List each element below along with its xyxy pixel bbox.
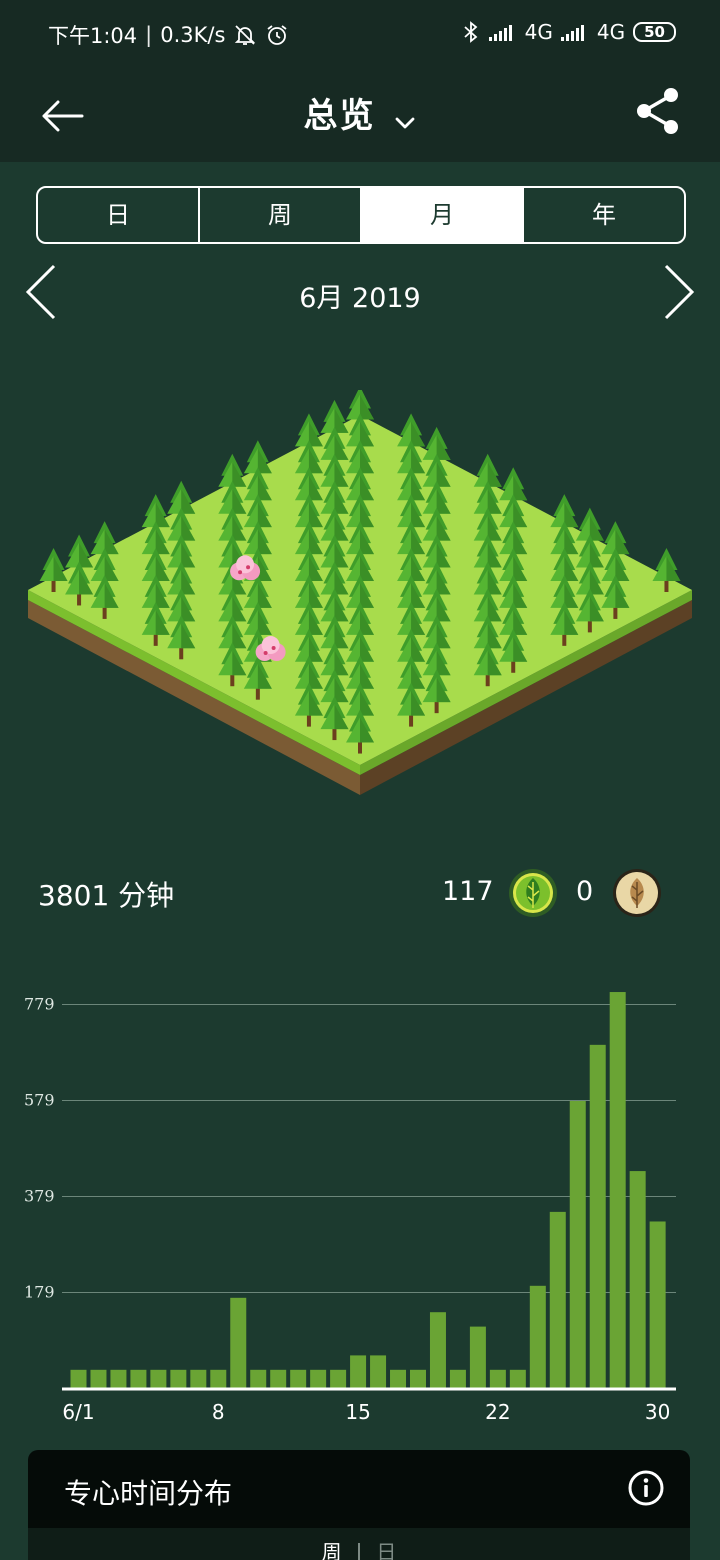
subtab-day[interactable]: 日: [366, 1536, 406, 1560]
bar-day-2: [90, 1369, 107, 1389]
y-tick-label: 579: [24, 1091, 55, 1110]
bar-day-20: [449, 1369, 466, 1389]
bar-day-21: [469, 1326, 486, 1389]
card-subtabs-bar: 周 日: [28, 1528, 690, 1560]
forest-illustration: [28, 390, 692, 795]
bar-day-5: [150, 1369, 167, 1389]
x-tick-label: 30: [645, 1400, 670, 1424]
bar-day-8: [210, 1369, 227, 1389]
bar-day-13: [310, 1369, 327, 1389]
status-left: 下午1:04 | 0.3K/s: [48, 20, 289, 50]
share-icon[interactable]: [634, 86, 682, 136]
x-tick-label: 8: [212, 1400, 225, 1424]
total-focus-time: 3801 分钟: [38, 879, 175, 912]
status-bar: 下午1:04 | 0.3K/s 4G 4G 50: [0, 0, 720, 70]
chart-x-ticks: 6/1 8 15 22 30: [62, 1400, 670, 1424]
x-tick-label: 22: [485, 1400, 510, 1424]
dead-tree-badge-icon: [613, 869, 661, 917]
signal-icon: [488, 25, 512, 41]
status-time: 下午1:04: [48, 24, 138, 48]
bar-day-18: [409, 1369, 426, 1389]
bar-day-19: [429, 1312, 446, 1389]
bar-day-4: [130, 1369, 147, 1389]
bar-day-9: [230, 1297, 247, 1389]
bar-day-17: [390, 1369, 407, 1389]
status-divider: |: [145, 23, 153, 47]
network-type-1: 4G: [524, 20, 553, 44]
bar-day-30: [649, 1221, 666, 1389]
bar-day-16: [370, 1355, 387, 1389]
bar-day-15: [350, 1355, 367, 1389]
info-icon[interactable]: [628, 1470, 664, 1506]
bar-day-27: [589, 1044, 606, 1389]
bluetooth-icon: [464, 21, 478, 43]
x-tick-label: 15: [345, 1400, 370, 1424]
bar-day-12: [290, 1369, 307, 1389]
bar-day-14: [330, 1369, 347, 1389]
network-type-2: 4G: [596, 20, 626, 44]
tab-day[interactable]: 日: [38, 188, 200, 242]
period-segmented-control: 日 周 月 年: [36, 186, 686, 244]
tab-week[interactable]: 周: [200, 188, 362, 242]
focus-distribution-card: 专心时间分布 周 日: [28, 1450, 690, 1560]
bar-day-28: [609, 992, 626, 1389]
healthy-tree-count: 117: [442, 876, 494, 907]
alarm-icon: [267, 25, 287, 45]
y-tick-label: 379: [24, 1187, 55, 1206]
tab-month[interactable]: 月: [362, 188, 524, 242]
dead-tree-count: 0: [576, 876, 594, 907]
bar-day-10: [250, 1369, 267, 1389]
card-subtabs: 周 日: [28, 1536, 690, 1560]
page-title: 总览: [303, 96, 376, 136]
subtab-week[interactable]: 周: [312, 1536, 352, 1560]
chevron-down-icon: [395, 117, 414, 128]
bar-day-11: [270, 1369, 287, 1389]
bar-day-25: [549, 1211, 566, 1389]
subtab-divider: [358, 1542, 360, 1560]
x-tick-label: 6/1: [62, 1400, 94, 1424]
mute-bell-icon: [235, 25, 256, 45]
tab-year[interactable]: 年: [524, 188, 684, 242]
bar-day-1: [70, 1369, 87, 1389]
app-bar: 总览: [0, 70, 720, 162]
bar-day-23: [509, 1369, 526, 1389]
y-tick-label: 179: [24, 1283, 55, 1302]
healthy-tree-badge-icon: [509, 869, 557, 917]
bar-day-26: [569, 1101, 586, 1389]
bar-day-29: [629, 1171, 646, 1389]
bar-day-3: [110, 1369, 127, 1389]
bar-day-24: [529, 1285, 546, 1389]
signal-icon-2: [560, 25, 584, 41]
bar-day-6: [170, 1369, 187, 1389]
next-period-icon[interactable]: [658, 262, 698, 322]
bar-day-22: [489, 1369, 506, 1389]
status-speed: 0.3K/s: [160, 23, 226, 47]
title-dropdown[interactable]: 总览: [0, 88, 720, 137]
period-label: 6月 2019: [299, 283, 421, 314]
daily-focus-bar-chart: 179 379 579 779 6/1 8 15 22 30: [24, 992, 676, 1424]
battery-indicator: 50: [633, 22, 676, 42]
chart-bars: [70, 992, 666, 1389]
bar-day-7: [190, 1369, 207, 1389]
y-tick-label: 779: [24, 995, 55, 1014]
card-title: 专心时间分布: [64, 1477, 233, 1510]
status-right: 4G 4G 50: [461, 20, 676, 44]
